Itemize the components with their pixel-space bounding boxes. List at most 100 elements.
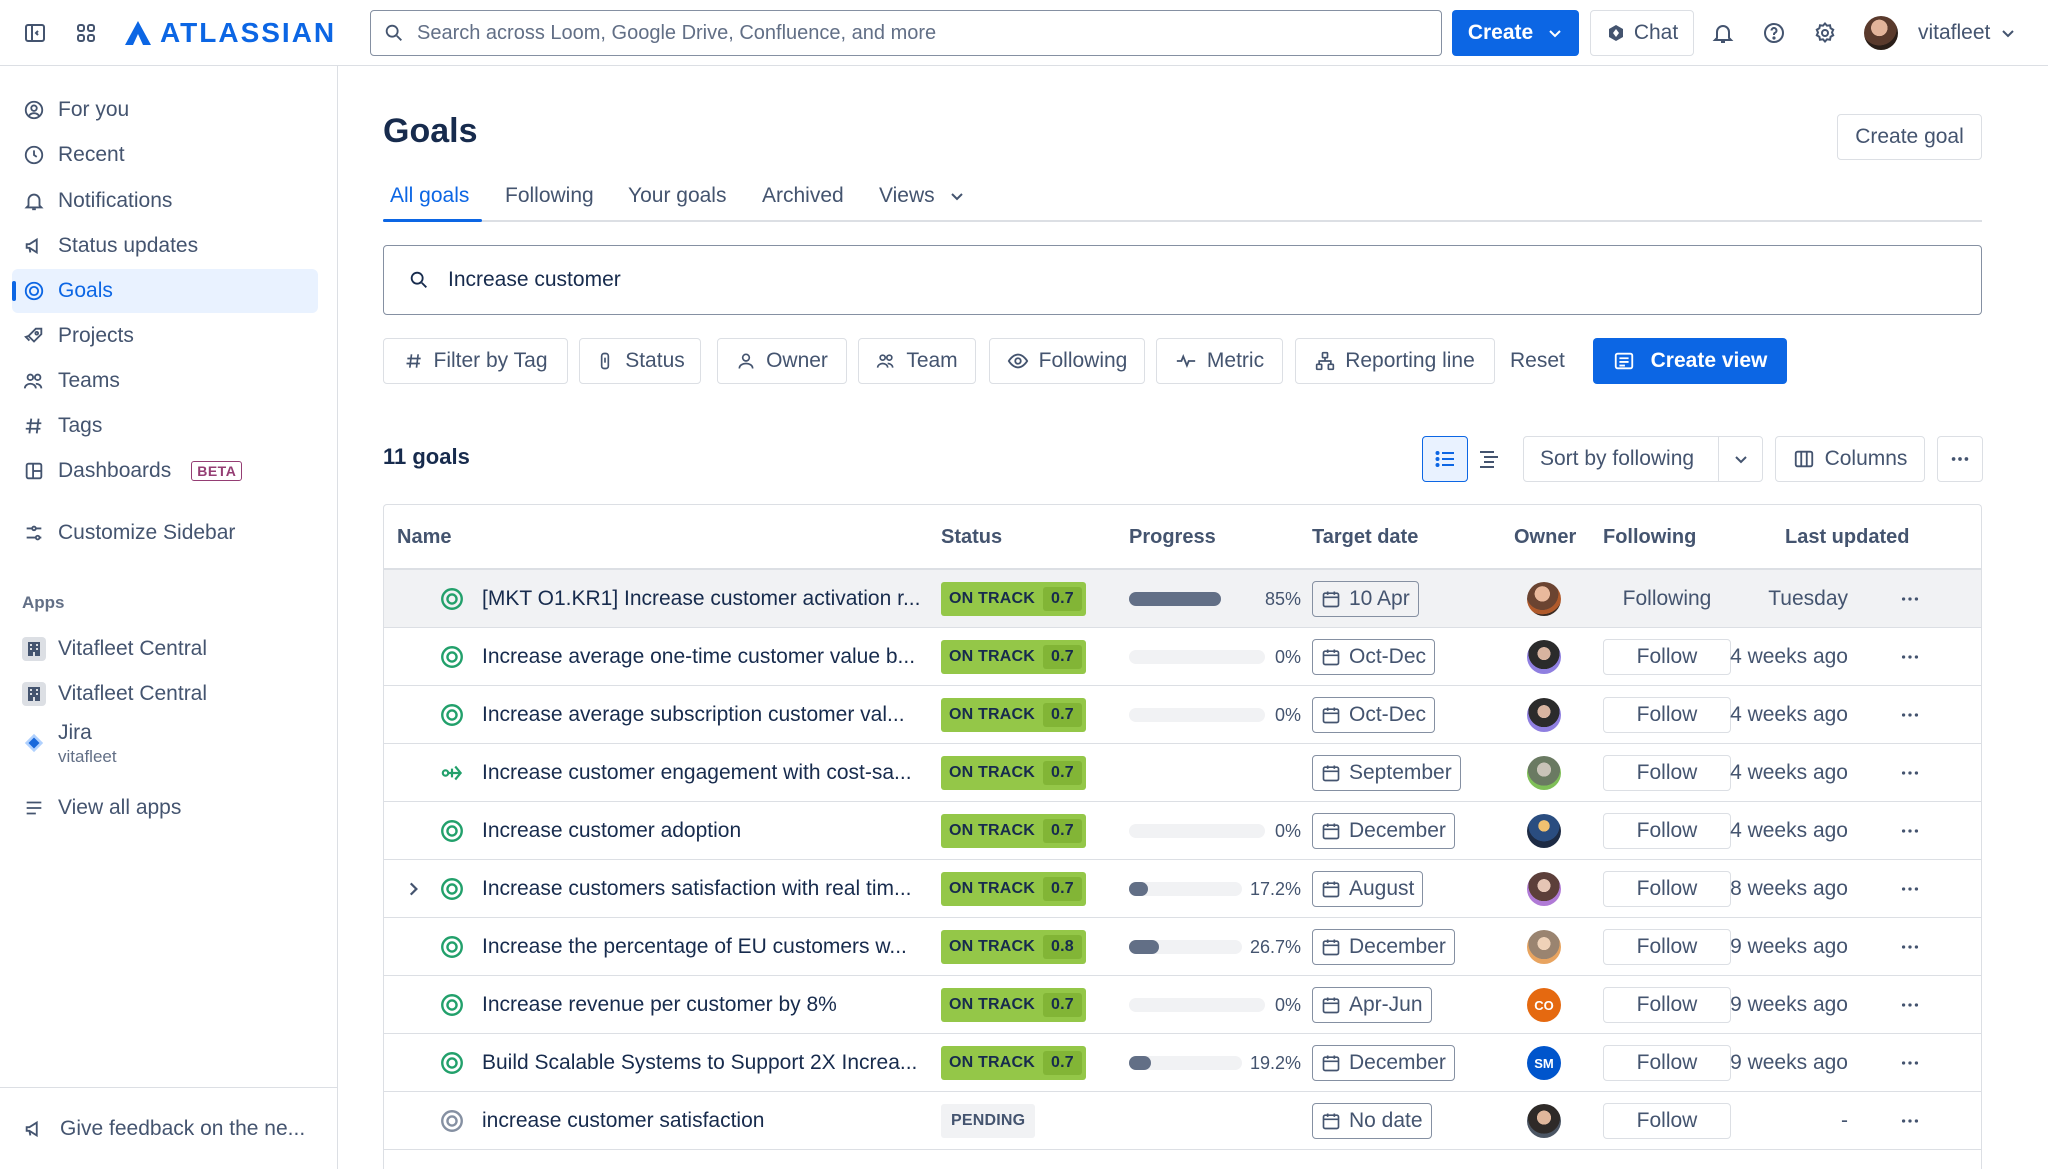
goal-search-input[interactable]: Increase customer — [383, 245, 1982, 315]
reset-button[interactable]: Reset — [1510, 338, 1565, 384]
column-header-progress[interactable]: Progress — [1129, 505, 1216, 569]
owner-cell[interactable]: CO — [1527, 976, 1561, 1034]
sidebar-item-teams[interactable]: Teams — [12, 359, 318, 403]
owner-cell[interactable] — [1527, 744, 1561, 802]
create-button[interactable]: Create — [1452, 10, 1579, 56]
owner-cell[interactable]: SM — [1527, 1034, 1561, 1092]
sidebar-item-projects[interactable]: Projects — [12, 314, 318, 358]
sidebar-item-tags[interactable]: Tags — [12, 404, 318, 448]
goal-name[interactable]: Increase customers satisfaction with rea… — [482, 877, 932, 901]
row-more-button[interactable] — [1899, 1092, 1921, 1150]
target-date-cell[interactable]: December — [1312, 1034, 1455, 1092]
goal-name-cell[interactable]: Increase average subscription customer v… — [482, 686, 932, 744]
row-more-button[interactable] — [1899, 976, 1921, 1034]
target-date-cell[interactable]: Oct-Dec — [1312, 686, 1436, 744]
table-row[interactable]: Increase customer engagement with cost-s… — [384, 744, 1981, 802]
tab-following[interactable]: Following — [505, 184, 594, 208]
target-date-cell[interactable]: No date — [1312, 1092, 1432, 1150]
target-date-chip[interactable]: Oct-Dec — [1312, 697, 1436, 733]
owner-avatar[interactable]: CO — [1527, 988, 1561, 1022]
sidebar-item-recent[interactable]: Recent — [12, 133, 318, 177]
filter-owner-button[interactable]: Owner — [717, 338, 847, 384]
target-date-chip[interactable]: No date — [1312, 1103, 1432, 1139]
target-date-cell[interactable]: 10 Apr — [1312, 570, 1419, 628]
tab-your-goals[interactable]: Your goals — [628, 184, 726, 208]
filter-reporting-line-button[interactable]: Reporting line — [1295, 338, 1495, 384]
status-cell[interactable]: ON TRACK 0.7 — [941, 686, 1086, 744]
row-more-button[interactable] — [1899, 744, 1921, 802]
app-vitafleet-central-2[interactable]: Vitafleet Central — [12, 672, 318, 716]
target-date-cell[interactable]: December — [1312, 802, 1455, 860]
target-date-chip[interactable]: September — [1312, 755, 1461, 791]
target-date-cell[interactable]: August — [1312, 860, 1424, 918]
owner-avatar[interactable] — [1527, 872, 1561, 906]
settings-gear-icon[interactable] — [1805, 13, 1845, 53]
column-header-following[interactable]: Following — [1603, 505, 1696, 569]
table-row[interactable]: Build Scalable Systems to Support 2X Inc… — [384, 1034, 1981, 1092]
goal-name[interactable]: increase customer satisfaction — [482, 1109, 932, 1133]
filter-following-button[interactable]: Following — [989, 338, 1145, 384]
status-cell[interactable]: ON TRACK 0.7 — [941, 744, 1086, 802]
table-row[interactable]: Increase customers satisfaction with rea… — [384, 860, 1981, 918]
give-feedback-button[interactable]: Give feedback on the ne... — [0, 1087, 337, 1169]
owner-cell[interactable] — [1527, 628, 1561, 686]
owner-cell[interactable] — [1527, 860, 1561, 918]
row-more-button[interactable] — [1899, 628, 1921, 686]
target-date-chip[interactable]: Apr-Jun — [1312, 987, 1432, 1023]
expand-row-button[interactable] — [404, 860, 422, 918]
sort-chevron[interactable] — [1718, 437, 1762, 481]
tab-all-goals[interactable]: All goals — [390, 184, 469, 208]
owner-avatar[interactable] — [1527, 930, 1561, 964]
sidebar-item-for-you[interactable]: For you — [12, 88, 318, 132]
target-date-chip[interactable]: August — [1312, 871, 1424, 907]
row-more-button[interactable] — [1899, 570, 1921, 628]
goal-name-cell[interactable]: Build Scalable Systems to Support 2X Inc… — [482, 1034, 932, 1092]
target-date-chip[interactable]: Oct-Dec — [1312, 639, 1436, 675]
table-row[interactable]: increase customer satisfaction PENDING No … — [384, 1092, 1981, 1150]
status-cell[interactable]: ON TRACK 0.7 — [941, 570, 1086, 628]
row-more-button[interactable] — [1899, 802, 1921, 860]
target-date-cell[interactable]: Oct-Dec — [1312, 628, 1436, 686]
table-row[interactable]: [MKT O1.KR1] Increase customer activatio… — [384, 570, 1981, 628]
app-vitafleet-central[interactable]: Vitafleet Central — [12, 627, 318, 671]
filter-status-button[interactable]: Status — [579, 338, 701, 384]
filter-by-tag-button[interactable]: Filter by Tag — [383, 338, 568, 384]
status-cell[interactable]: ON TRACK 0.7 — [941, 976, 1086, 1034]
goal-name[interactable]: Increase revenue per customer by 8% — [482, 993, 932, 1017]
goal-name-cell[interactable]: Increase the percentage of EU customers … — [482, 918, 932, 976]
owner-avatar[interactable] — [1527, 1104, 1561, 1138]
atlassian-logo[interactable]: ATLASSIAN — [124, 14, 336, 52]
owner-cell[interactable] — [1527, 570, 1561, 628]
goal-name[interactable]: Increase customer adoption — [482, 819, 932, 843]
column-header-owner[interactable]: Owner — [1514, 505, 1576, 569]
goal-name[interactable]: Build Scalable Systems to Support 2X Inc… — [482, 1051, 932, 1075]
app-switcher-icon[interactable] — [66, 13, 106, 53]
owner-avatar[interactable]: SM — [1527, 1046, 1561, 1080]
owner-cell[interactable] — [1527, 686, 1561, 744]
owner-avatar[interactable] — [1527, 698, 1561, 732]
status-cell[interactable]: PENDING — [941, 1092, 1036, 1150]
goal-name-cell[interactable]: Increase customer engagement with cost-s… — [482, 744, 932, 802]
app-jira[interactable]: Jira vitafleet — [12, 717, 318, 773]
row-more-button[interactable] — [1899, 918, 1921, 976]
target-date-chip[interactable]: December — [1312, 1045, 1455, 1081]
filter-metric-button[interactable]: Metric — [1156, 338, 1283, 384]
sidebar-toggle-icon[interactable] — [15, 13, 55, 53]
table-row[interactable]: Increase revenue per customer by 8% ON TR… — [384, 976, 1981, 1034]
column-header-name[interactable]: Name — [397, 505, 451, 569]
account-menu[interactable]: vitafleet — [1918, 10, 2016, 56]
tab-archived[interactable]: Archived — [762, 184, 844, 208]
chat-button[interactable]: Chat — [1590, 10, 1694, 56]
target-date-chip[interactable]: December — [1312, 813, 1455, 849]
column-header-last-updated[interactable]: Last updated — [1785, 505, 1909, 569]
sidebar-item-notifications[interactable]: Notifications — [12, 179, 318, 223]
columns-button[interactable]: Columns — [1775, 436, 1925, 482]
target-date-cell[interactable]: December — [1312, 918, 1455, 976]
goal-name[interactable]: Increase customer engagement with cost-s… — [482, 761, 932, 785]
goal-name[interactable]: Increase average one-time customer value… — [482, 645, 932, 669]
goal-name-cell[interactable]: increase customer satisfaction — [482, 1092, 932, 1150]
owner-cell[interactable] — [1527, 1092, 1561, 1150]
hierarchy-view-button[interactable] — [1466, 436, 1512, 482]
goal-name[interactable]: Increase average subscription customer v… — [482, 703, 932, 727]
goal-name[interactable]: [MKT O1.KR1] Increase customer activatio… — [482, 587, 932, 611]
